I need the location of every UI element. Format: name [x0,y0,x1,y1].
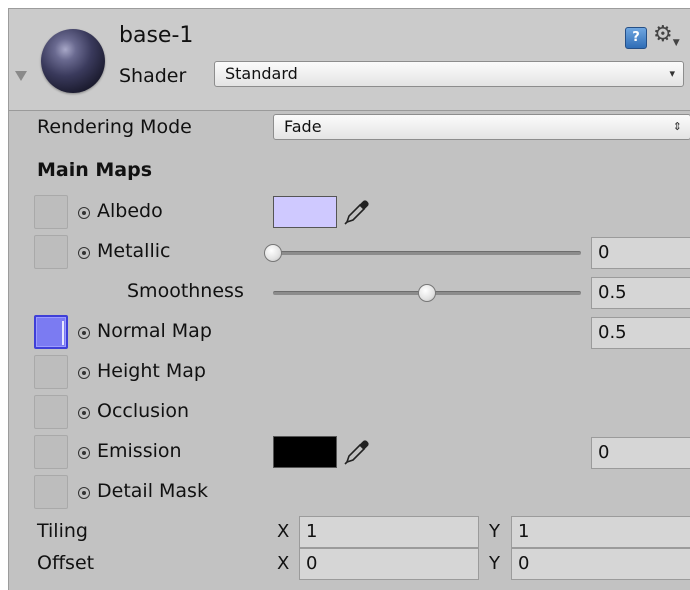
rendering-mode-dropdown[interactable]: Fade ⇕ [273,114,690,140]
normal-map-texture-slot[interactable] [34,315,68,349]
detail-mask-label: Detail Mask [97,480,208,502]
material-header: base-1 ? ⚙▼ Shader Standard ▾ [9,9,690,111]
target-icon[interactable] [78,487,90,499]
emission-color-swatch[interactable] [273,436,337,468]
emission-label: Emission [97,440,182,462]
height-map-label: Height Map [97,360,206,382]
metallic-value-field[interactable]: 0 [591,237,690,269]
emission-value-field[interactable]: 0 [591,437,690,469]
offset-x-label: X [277,553,290,574]
inspector-root: base-1 ? ⚙▼ Shader Standard ▾ Rendering … [0,0,690,590]
smoothness-label: Smoothness [127,280,244,302]
occlusion-label: Occlusion [97,400,190,422]
rendering-mode-value: Fade [284,117,322,136]
tiling-x-field[interactable]: 1 [299,516,479,548]
offset-y-label: Y [489,553,500,574]
offset-x-field[interactable]: 0 [299,548,479,580]
target-icon[interactable] [78,407,90,419]
target-icon[interactable] [78,327,90,339]
material-preview-sphere [41,29,105,93]
emission-texture-slot[interactable] [34,435,68,469]
metallic-slider-track[interactable] [273,251,581,255]
target-icon[interactable] [78,447,90,459]
gear-icon[interactable]: ⚙▼ [653,23,680,51]
target-icon[interactable] [78,247,90,259]
detail-mask-texture-slot[interactable] [34,475,68,509]
shader-value: Standard [225,64,298,83]
foldout-arrow-icon[interactable] [15,71,27,81]
main-maps-title: Main Maps [37,159,153,181]
metallic-slider-thumb[interactable] [264,244,282,262]
help-book-icon[interactable]: ? [625,27,647,49]
eyedropper-icon[interactable] [343,198,371,226]
target-icon[interactable] [78,367,90,379]
albedo-label: Albedo [97,200,163,222]
height-map-texture-slot[interactable] [34,355,68,389]
albedo-color-swatch[interactable] [273,196,337,228]
tiling-x-label: X [277,521,290,542]
offset-y-field[interactable]: 0 [511,548,690,580]
metallic-texture-slot[interactable] [34,235,68,269]
eyedropper-icon[interactable] [343,438,371,466]
normal-map-scale-field[interactable]: 0.5 [591,317,690,349]
normal-map-label: Normal Map [97,320,212,342]
offset-label: Offset [37,552,95,574]
updown-arrow-icon: ⇕ [672,120,682,133]
metallic-label: Metallic [97,240,171,262]
shader-dropdown[interactable]: Standard ▾ [214,61,684,87]
albedo-texture-slot[interactable] [34,195,68,229]
target-icon[interactable] [78,207,90,219]
material-inspector-panel: base-1 ? ⚙▼ Shader Standard ▾ Rendering … [8,8,690,590]
tiling-y-label: Y [489,521,500,542]
tiling-label: Tiling [37,520,88,542]
smoothness-slider-thumb[interactable] [418,284,436,302]
chevron-down-icon: ▾ [669,67,675,80]
shader-label: Shader [119,65,187,87]
tiling-y-field[interactable]: 1 [511,516,690,548]
material-name: base-1 [119,23,194,48]
smoothness-value-field[interactable]: 0.5 [591,277,690,309]
rendering-mode-label: Rendering Mode [37,116,192,138]
occlusion-texture-slot[interactable] [34,395,68,429]
